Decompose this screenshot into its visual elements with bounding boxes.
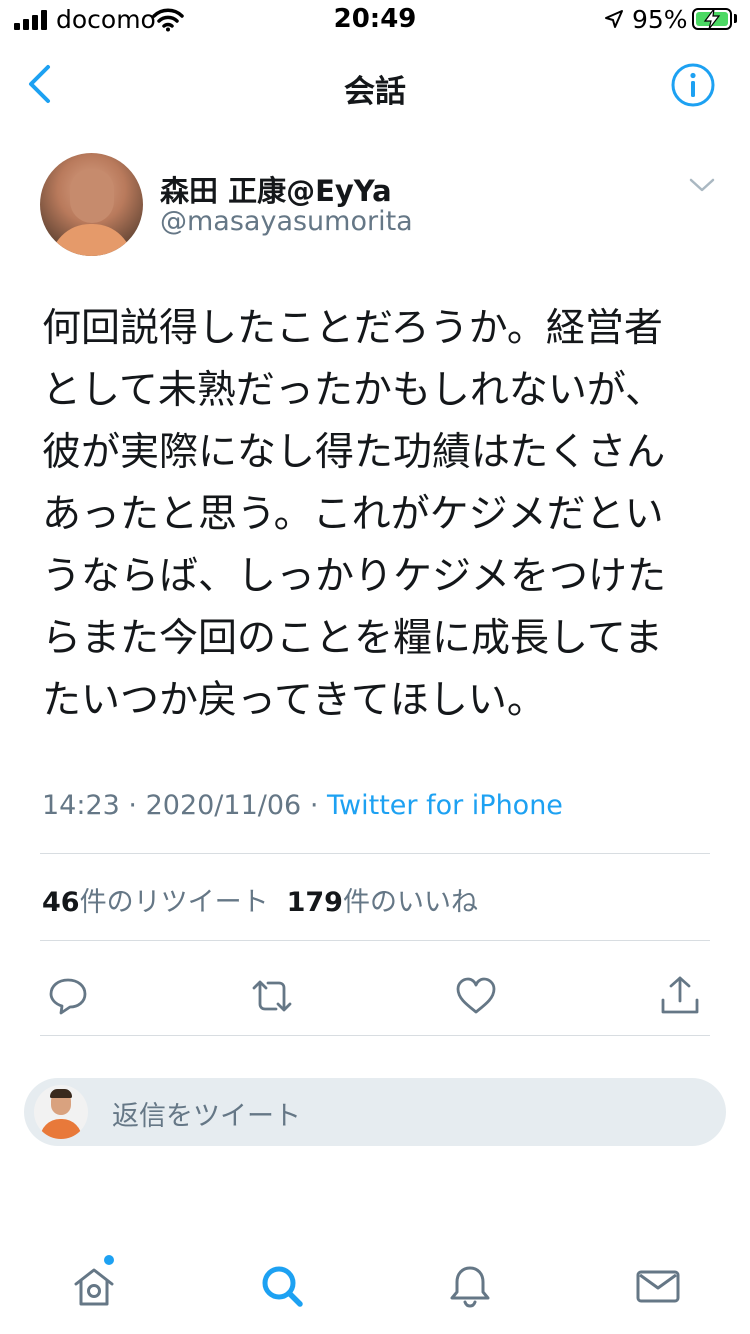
- info-icon[interactable]: [670, 62, 716, 108]
- retweet-icon[interactable]: [250, 974, 294, 1018]
- like-count: 179: [286, 887, 343, 918]
- tweet-source-link[interactable]: Twitter for iPhone: [327, 790, 563, 821]
- status-bar: docomo 20:49 95%: [0, 0, 750, 40]
- divider: [40, 1035, 710, 1036]
- like-stat[interactable]: 179件のいいね: [287, 887, 478, 918]
- author-handle[interactable]: @masayasumorita: [160, 206, 413, 237]
- tweet-text-line: うならば、しっかりケジメをつけた: [42, 554, 667, 599]
- location-arrow-icon: [605, 10, 623, 28]
- tweet-stats: 46件のリツイート 179件のいいね: [42, 880, 478, 919]
- author-name[interactable]: 森田 正康@EyYa: [160, 168, 392, 210]
- divider: [40, 853, 710, 854]
- tweet-date: 2020/11/06: [145, 790, 302, 821]
- retweet-stat[interactable]: 46件のリツイート: [42, 887, 269, 918]
- retweet-label: 件のリツイート: [79, 887, 269, 918]
- author-avatar[interactable]: [40, 153, 143, 256]
- like-label: 件のいいね: [342, 887, 478, 918]
- charging-bolt-icon: [703, 8, 721, 30]
- reply-placeholder: 返信をツイート: [112, 1101, 301, 1132]
- share-icon[interactable]: [658, 974, 702, 1018]
- tweet-text-line: 彼が実際になし得た功績はたくさん: [42, 430, 666, 475]
- divider: [40, 940, 710, 941]
- like-icon[interactable]: [454, 974, 498, 1018]
- tweet-metadata: 14:23 · 2020/11/06 · Twitter for iPhone: [42, 790, 563, 821]
- home-icon[interactable]: [70, 1262, 118, 1310]
- tweet-time: 14:23: [42, 790, 120, 821]
- reply-input[interactable]: 返信をツイート: [24, 1078, 726, 1146]
- chevron-down-icon[interactable]: [688, 176, 716, 194]
- tweet-text-line: らまた今回のことを糧に成長してま: [42, 616, 663, 661]
- battery-percentage: 95%: [632, 5, 688, 34]
- new-content-dot: [104, 1255, 114, 1265]
- tweet-text-line: 何回説得したことだろうか。経営者: [42, 306, 663, 351]
- meta-separator: ·: [309, 790, 319, 821]
- messages-icon[interactable]: [634, 1262, 682, 1310]
- notifications-icon[interactable]: [446, 1262, 494, 1310]
- reply-icon[interactable]: [46, 974, 90, 1018]
- user-avatar: [34, 1085, 88, 1139]
- navigation-bar: 会話: [0, 48, 750, 122]
- tweet-text-line: として未熟だったかもしれないが、: [42, 368, 665, 413]
- page-title: 会話: [344, 74, 406, 110]
- tweet-text: 何回説得したことだろうか。経営者 として未熟だったかもしれないが、 彼が実際にな…: [42, 298, 710, 732]
- tweet-text-line: あったと思う。これがケジメだとい: [42, 492, 664, 537]
- tweet-text-line: たいつか戻ってきてほしい。: [42, 678, 546, 723]
- search-icon[interactable]: [258, 1262, 306, 1310]
- retweet-count: 46: [42, 887, 80, 918]
- meta-separator: ·: [128, 790, 137, 821]
